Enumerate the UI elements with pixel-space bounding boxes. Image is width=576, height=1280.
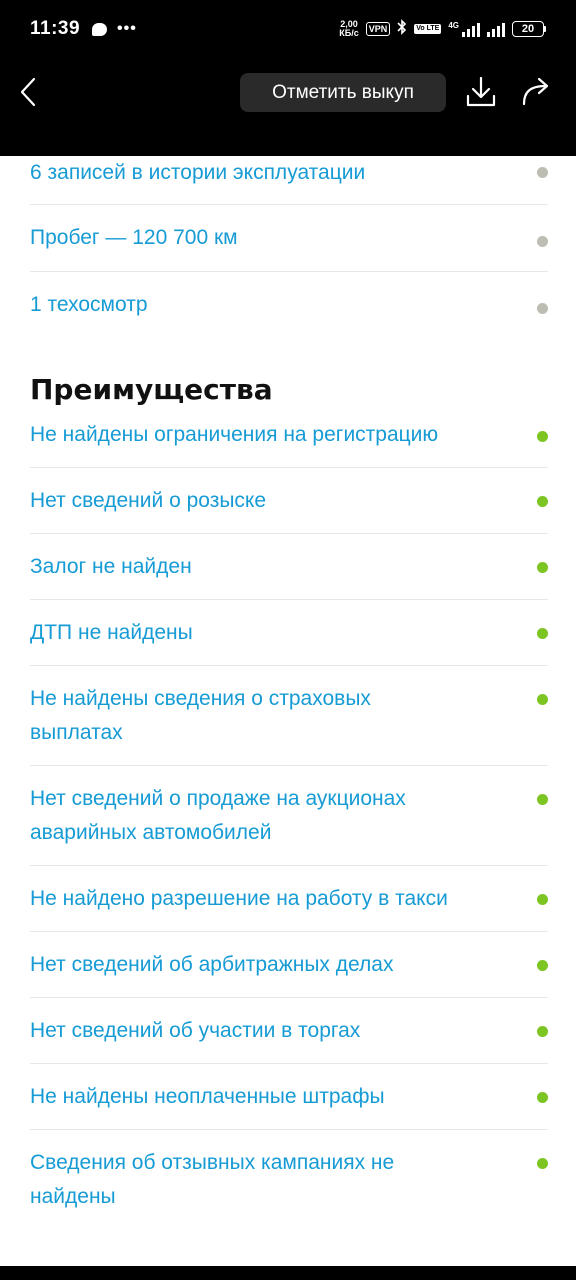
signal-strength-2-icon xyxy=(487,21,505,37)
status-bar: 11:39 ••• 2,00 КБ/с VPN Vo LTE 4G 20 xyxy=(0,0,576,58)
history-row-records[interactable]: 6 записей в истории эксплуатации xyxy=(30,156,548,205)
advantage-row[interactable]: Не найдены сведения о страховых выплатах xyxy=(30,666,548,766)
advantage-item-text: Нет сведений о розыске xyxy=(30,489,267,512)
chat-bubble-icon xyxy=(92,22,108,36)
positive-status-dot xyxy=(537,794,548,805)
share-arrow-icon xyxy=(522,77,549,106)
back-button[interactable] xyxy=(12,74,44,110)
download-icon xyxy=(466,76,496,107)
advantage-item-text: Не найдены ограничения на регистрацию xyxy=(30,423,439,446)
advantage-item-text: Нет сведений о продаже на аукционах авар… xyxy=(30,787,406,844)
neutral-status-dot xyxy=(537,167,548,178)
notification-icons: ••• xyxy=(92,20,137,38)
advantage-row[interactable]: Сведения об отзывных кампаниях не найден… xyxy=(30,1130,548,1229)
advantage-row[interactable]: Нет сведений об участии в торгах xyxy=(30,998,548,1064)
advantage-item-text: Не найдены неоплаченные штрафы xyxy=(30,1085,385,1108)
history-item-text: 1 техосмотр xyxy=(30,293,148,316)
battery-icon: 20 xyxy=(512,21,546,37)
report-content[interactable]: 6 записей в истории эксплуатации Пробег … xyxy=(0,156,576,1266)
network-speed-unit: КБ/с xyxy=(339,28,359,38)
advantage-item-text: ДТП не найдены xyxy=(30,621,193,644)
advantage-item-text: Нет сведений об участии в торгах xyxy=(30,1019,361,1042)
status-indicators: 2,00 КБ/с VPN Vo LTE 4G 20 xyxy=(339,19,546,39)
history-list: 6 записей в истории эксплуатации Пробег … xyxy=(0,156,576,339)
system-navigation-bar xyxy=(0,1266,576,1280)
vpn-icon: VPN xyxy=(365,22,391,36)
bluetooth-icon xyxy=(397,19,407,39)
history-item-text: Пробег — 120 700 км xyxy=(30,226,238,249)
positive-status-dot xyxy=(537,1092,548,1103)
positive-status-dot xyxy=(537,960,548,971)
advantage-row[interactable]: Нет сведений об арбитражных делах xyxy=(30,932,548,998)
battery-level: 20 xyxy=(512,21,544,37)
positive-status-dot xyxy=(537,628,548,639)
advantages-list: Не найдены ограничения на регистрацию Не… xyxy=(0,418,576,1229)
advantage-item-text: Не найдены сведения о страховых выплатах xyxy=(30,687,371,744)
neutral-status-dot xyxy=(537,236,548,247)
screen: 11:39 ••• 2,00 КБ/с VPN Vo LTE 4G 20 Отм… xyxy=(0,0,576,1280)
network-speed: 2,00 КБ/с xyxy=(339,20,358,38)
history-item-text: 6 записей в истории эксплуатации xyxy=(30,161,366,184)
advantage-row[interactable]: Не найдено разрешение на работу в такси xyxy=(30,866,548,932)
advantage-item-text: Залог не найден xyxy=(30,555,192,578)
app-bar: Отметить выкуп xyxy=(0,58,576,156)
advantage-row[interactable]: Залог не найден xyxy=(30,534,548,600)
mark-buyout-button[interactable]: Отметить выкуп xyxy=(240,73,446,112)
positive-status-dot xyxy=(537,694,548,705)
positive-status-dot xyxy=(537,894,548,905)
advantage-row[interactable]: Нет сведений о продаже на аукционах авар… xyxy=(30,766,548,866)
signal-strength-icon: 4G xyxy=(448,21,480,37)
history-row-mileage[interactable]: Пробег — 120 700 км xyxy=(30,205,548,272)
volte-icon: Vo LTE xyxy=(414,24,442,34)
advantage-item-text: Не найдено разрешение на работу в такси xyxy=(30,887,448,910)
advantage-row[interactable]: Нет сведений о розыске xyxy=(30,468,548,534)
status-time: 11:39 xyxy=(30,18,81,39)
share-button[interactable] xyxy=(518,74,554,110)
positive-status-dot xyxy=(537,431,548,442)
history-row-inspection[interactable]: 1 техосмотр xyxy=(30,272,548,339)
advantage-row[interactable]: Не найдены неоплаченные штрафы xyxy=(30,1064,548,1130)
advantage-row[interactable]: Не найдены ограничения на регистрацию xyxy=(30,418,548,468)
advantage-row[interactable]: ДТП не найдены xyxy=(30,600,548,666)
positive-status-dot xyxy=(537,1158,548,1169)
network-type: 4G xyxy=(448,21,459,30)
advantage-item-text: Нет сведений об арбитражных делах xyxy=(30,953,394,976)
advantage-item-text: Сведения об отзывных кампаниях не найден… xyxy=(30,1151,395,1208)
positive-status-dot xyxy=(537,496,548,507)
advantages-title: Преимущества xyxy=(30,373,273,406)
positive-status-dot xyxy=(537,1026,548,1037)
positive-status-dot xyxy=(537,562,548,573)
more-notifications-icon: ••• xyxy=(117,20,137,37)
chevron-left-icon xyxy=(20,77,36,107)
neutral-status-dot xyxy=(537,303,548,314)
download-button[interactable] xyxy=(463,74,499,110)
